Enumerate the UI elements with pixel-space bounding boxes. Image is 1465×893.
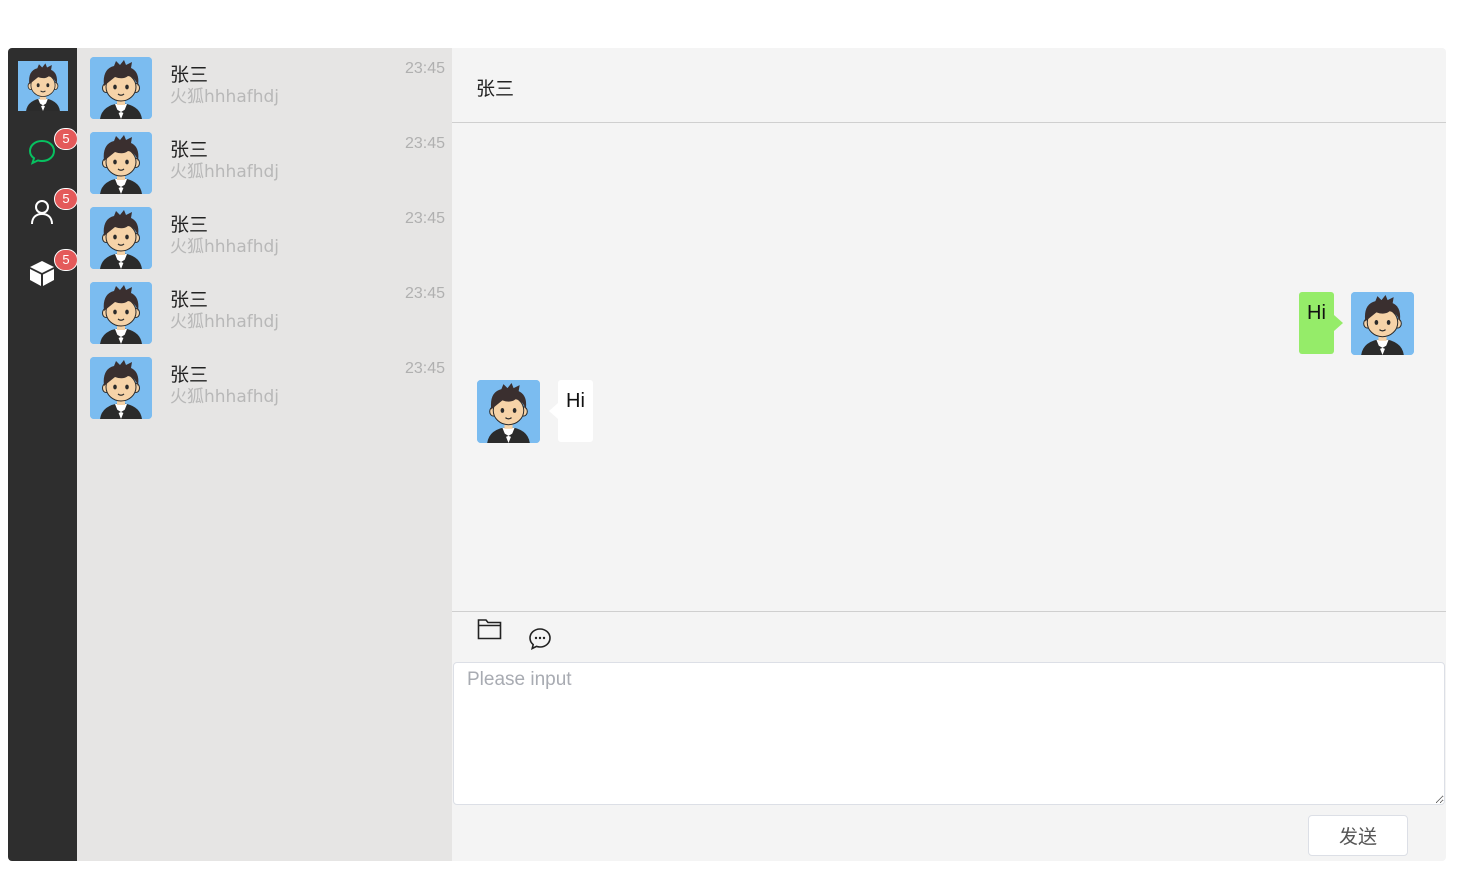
avatar (90, 357, 152, 419)
conversation-time: 23:45 (404, 285, 445, 302)
box-icon (30, 261, 54, 286)
avatar (90, 57, 152, 119)
conversation-item[interactable]: 张三 火狐hhhafhdj 23:45 (77, 348, 452, 423)
conversation-time: 23:45 (404, 60, 445, 77)
avatar (90, 282, 152, 344)
conversation-item[interactable]: 张三 火狐hhhafhdj 23:45 (77, 123, 452, 198)
unread-badge: 5 (54, 188, 78, 210)
nav-rail: 5 5 5 (8, 48, 78, 861)
message-input[interactable] (453, 662, 1445, 805)
folder-icon (477, 619, 502, 640)
composer-toolbar (452, 611, 1446, 662)
incoming-message-bubble: Hi (549, 380, 593, 442)
chat-icon (28, 139, 56, 165)
send-button[interactable]: 发送 (1308, 815, 1408, 856)
nav-box-button[interactable]: 5 (27, 249, 78, 290)
conversation-list: 张三 火狐hhhafhdj 23:45 张三 火狐hhhafhdj 23:45 … (77, 48, 452, 861)
nav-contacts-button[interactable]: 5 (27, 188, 78, 229)
chat-bubble-icon (529, 628, 551, 650)
chat-title: 张三 (476, 78, 515, 100)
folder-button[interactable] (477, 618, 502, 644)
conversation-preview: 火狐hhhafhdj (170, 162, 280, 182)
conversation-preview: 火狐hhhafhdj (170, 312, 280, 332)
chat-header: 张三 (452, 48, 1446, 123)
nav-chats-button[interactable]: 5 (27, 128, 78, 169)
conversation-time: 23:45 (404, 135, 445, 152)
conversation-preview: 火狐hhhafhdj (170, 387, 280, 407)
conversation-item[interactable]: 张三 火狐hhhafhdj 23:45 (77, 198, 452, 273)
conversation-preview: 火狐hhhafhdj (170, 87, 280, 107)
unread-badge: 5 (54, 249, 78, 271)
emoji-button[interactable] (528, 627, 552, 655)
conversation-item[interactable]: 张三 火狐hhhafhdj 23:45 (77, 48, 452, 123)
chat-panel: 张三 Hi Hi Please input 发送 (452, 48, 1446, 861)
user-avatar[interactable] (18, 61, 68, 111)
conversation-item[interactable]: 张三 火狐hhhafhdj 23:45 (77, 273, 452, 348)
avatar (90, 207, 152, 269)
avatar (90, 132, 152, 194)
avatar (477, 380, 540, 443)
conversation-preview: 火狐hhhafhdj (170, 237, 280, 257)
message-list[interactable]: Hi Hi (452, 123, 1446, 611)
outgoing-message-bubble: Hi (1299, 292, 1343, 354)
avatar (1351, 292, 1414, 355)
conversation-time: 23:45 (404, 210, 445, 227)
conversation-time: 23:45 (404, 360, 445, 377)
contacts-icon (31, 200, 53, 225)
cartoon-boy-avatar (18, 61, 68, 111)
chat-app-window: 5 5 5 张三 火狐hhhafhdj 23:45 张三 火狐hhhafhdj … (8, 48, 1446, 861)
unread-badge: 5 (54, 128, 78, 150)
